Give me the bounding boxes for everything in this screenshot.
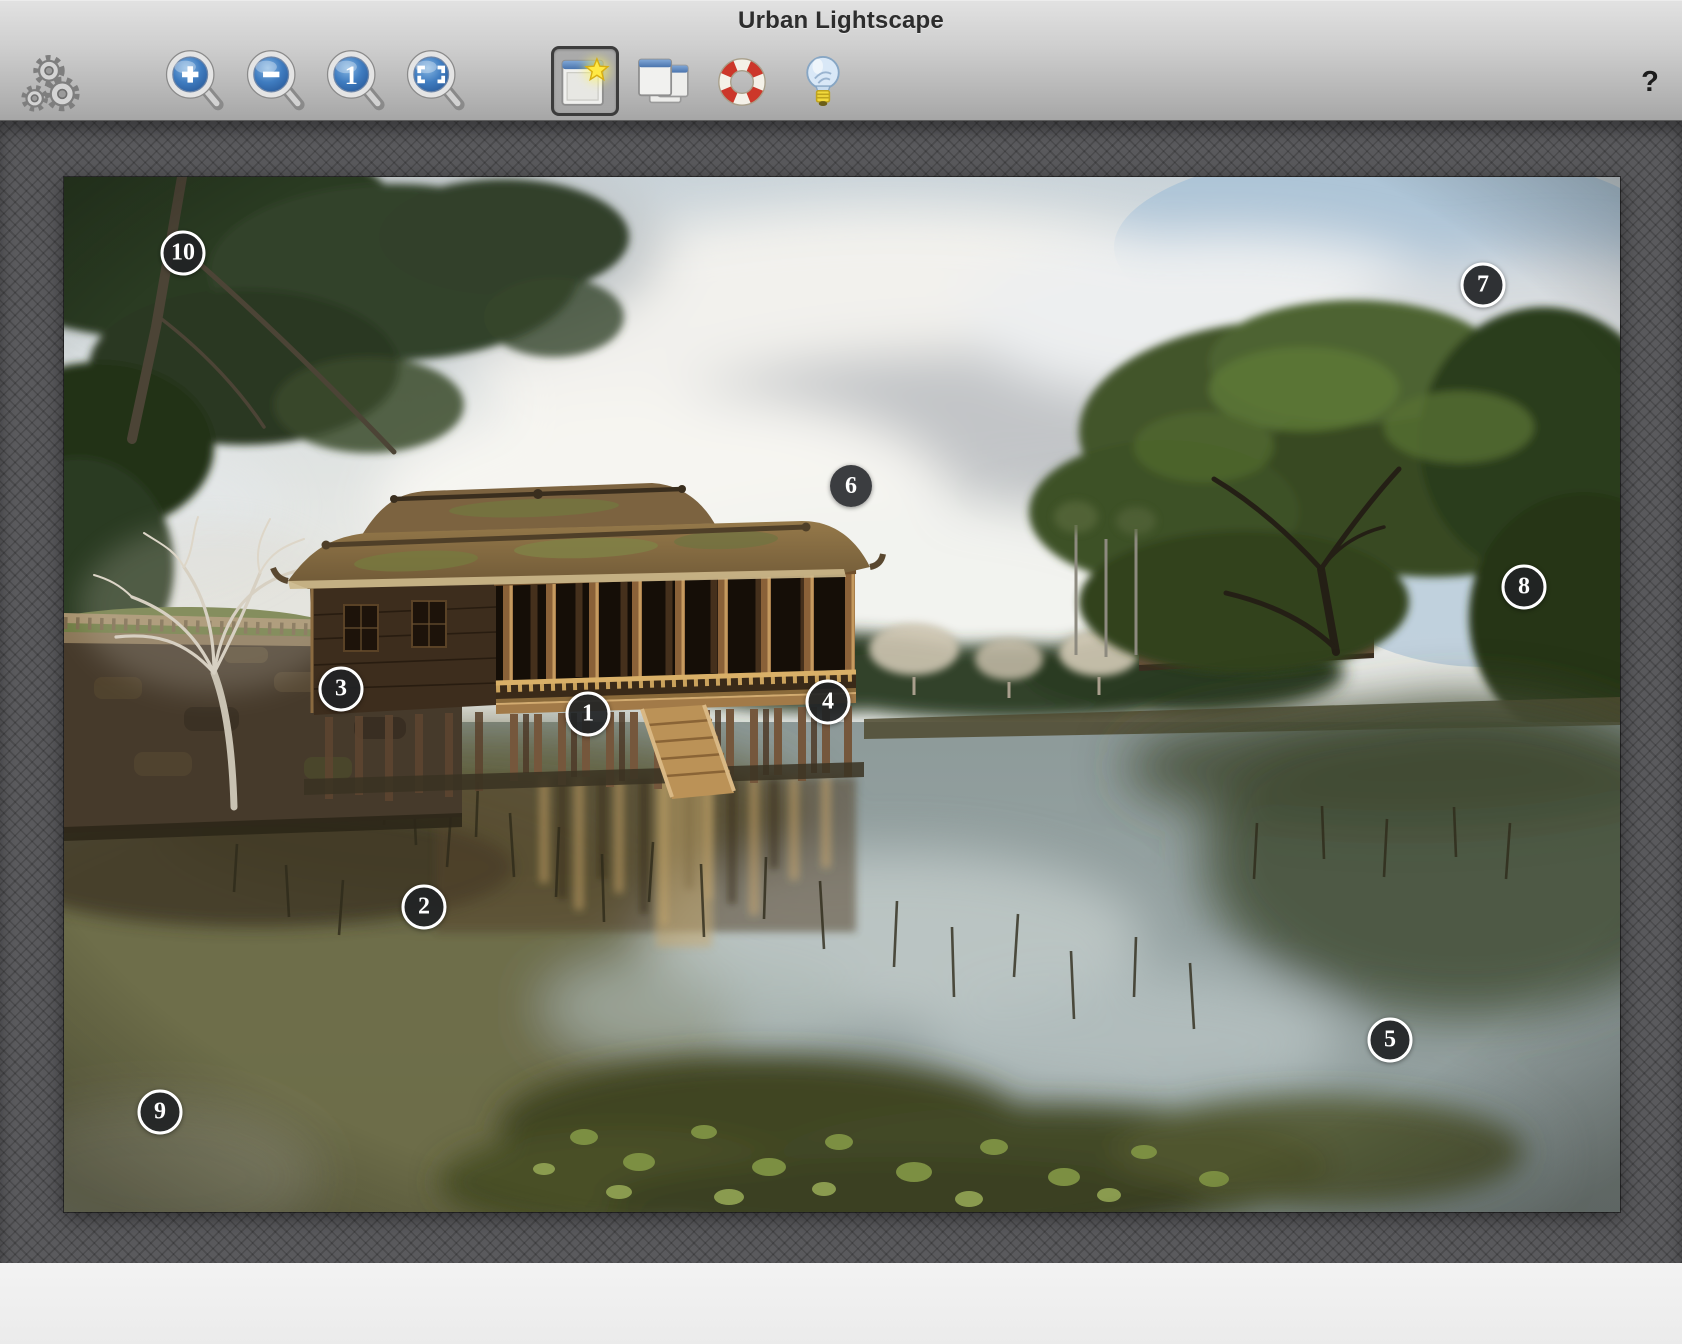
gears-icon: [18, 52, 80, 116]
control-point-marker-3[interactable]: 3: [319, 667, 364, 712]
reset-button[interactable]: [710, 50, 774, 114]
photo-canvas[interactable]: 1 2 3 4 5 6 7 8 9 10: [64, 177, 1620, 1212]
zoom-fit-icon: [402, 48, 468, 116]
dialog-footer: Cancel OK: [0, 1263, 1682, 1344]
zoom-actual-size-button[interactable]: 1: [322, 48, 388, 116]
zoom-in-button[interactable]: [161, 48, 227, 116]
control-point-marker-9[interactable]: 9: [138, 1090, 183, 1135]
toolbar: Urban Lightscape: [0, 0, 1682, 121]
control-point-marker-10[interactable]: 10: [161, 231, 206, 276]
marker-layer: 1 2 3 4 5 6 7 8 9 10: [64, 177, 1620, 1212]
control-point-marker-4[interactable]: 4: [806, 680, 851, 725]
lightbulb-icon: [795, 50, 851, 114]
compare-windows-icon: [633, 50, 695, 112]
preview-enhanced-button[interactable]: [551, 46, 619, 116]
control-point-marker-7[interactable]: 7: [1461, 263, 1506, 308]
help-button[interactable]: ?: [1630, 62, 1670, 102]
control-point-marker-8[interactable]: 8: [1502, 565, 1547, 610]
zoom-fit-button[interactable]: [402, 48, 468, 116]
svg-text:1: 1: [345, 60, 358, 90]
zoom-out-button[interactable]: [242, 48, 308, 116]
zoom-in-icon: [161, 48, 227, 116]
control-point-marker-1[interactable]: 1: [566, 692, 611, 737]
window-title: Urban Lightscape: [0, 7, 1682, 35]
zoom-out-icon: [242, 48, 308, 116]
preferences-button[interactable]: [18, 52, 80, 116]
urban-lightscape-window: { "window": { "title": "Urban Lightscape…: [0, 0, 1682, 1344]
lifebuoy-icon: [710, 50, 774, 114]
zoom-actual-size-icon: 1: [322, 48, 388, 116]
control-point-marker-5[interactable]: 5: [1368, 1018, 1413, 1063]
control-point-marker-2[interactable]: 2: [402, 885, 447, 930]
control-point-marker-6[interactable]: 6: [830, 465, 872, 507]
window-star-icon: [554, 50, 616, 112]
hint-button[interactable]: [795, 50, 851, 114]
compare-original-button[interactable]: [633, 50, 695, 112]
